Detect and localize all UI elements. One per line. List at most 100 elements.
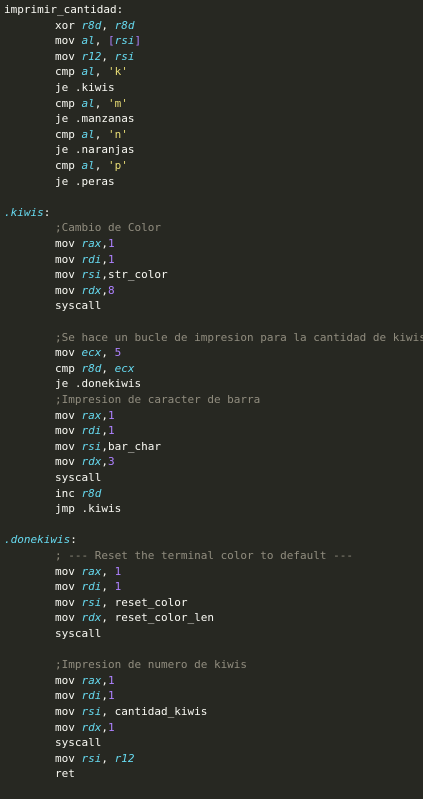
code-token-reg: rdi (81, 424, 102, 438)
code-token-cmt: ;Impresion de caracter de barra (55, 393, 261, 406)
code-line[interactable]: mov rdx,1 (55, 720, 115, 735)
code-line[interactable]: imprimir_cantidad: (4, 2, 123, 17)
code-line[interactable]: mov rsi, r12 (55, 751, 135, 766)
code-token-plain: , (94, 127, 108, 141)
code-editor[interactable]: imprimir_cantidad: xor r8d, r8d mov al, [r… (0, 0, 423, 799)
code-line[interactable]: syscall (55, 735, 101, 750)
code-token-reg: rsi (81, 705, 102, 718)
code-token-reg: ecx (114, 361, 135, 375)
code-line[interactable]: mov rdi,1 (55, 423, 115, 438)
code-token-plain: mov (55, 580, 82, 594)
code-token-reg: al (81, 96, 95, 110)
code-token-num: [ (108, 34, 115, 48)
code-line[interactable]: ;Impresion de caracter de barra (55, 392, 260, 407)
code-line[interactable]: syscall (55, 626, 101, 641)
code-token-plain: je .naranjas (55, 143, 135, 157)
code-token-plain: mov (55, 34, 82, 48)
code-token-num: 1 (114, 564, 122, 578)
code-line[interactable]: mov rdi,1 (55, 252, 115, 267)
code-token-plain: je .manzanas (55, 112, 135, 126)
code-line[interactable]: je .manzanas (55, 111, 134, 126)
code-line[interactable]: mov rax, 1 (55, 564, 121, 579)
code-token-plain: mov (55, 720, 82, 734)
code-token-plain: , (94, 159, 108, 172)
code-token-plain: mov (55, 564, 82, 578)
code-token-plain: , (101, 689, 108, 703)
code-line[interactable]: je .naranjas (55, 142, 134, 157)
code-line[interactable]: ; --- Reset the terminal color to defaul… (55, 548, 353, 563)
code-line[interactable]: cmp r8d, ecx (55, 361, 135, 376)
code-token-cmt: ;Se hace un bucle de impresion para la c… (55, 330, 423, 344)
code-token-reg: al (81, 34, 95, 48)
code-token-plain: cmp (55, 65, 82, 79)
code-line[interactable]: cmp al, 'p' (55, 158, 128, 173)
code-line[interactable]: mov rsi,str_color (55, 267, 168, 282)
code-token-plain: mov (55, 424, 82, 438)
code-token-plain: , (101, 237, 108, 250)
code-line[interactable]: je .peras (55, 174, 115, 189)
code-line[interactable]: mov rdi,1 (55, 688, 115, 703)
code-line[interactable]: mov rax,1 (55, 408, 115, 423)
code-line[interactable]: mov rsi,bar_char (55, 439, 161, 454)
code-line[interactable]: ;Impresion de numero de kiwis (55, 657, 247, 672)
code-token-plain: mov (55, 611, 82, 625)
code-token-reg: rsi (81, 439, 102, 453)
code-line[interactable]: je .donekiwis (55, 376, 141, 391)
code-line[interactable]: xor r8d, r8d (55, 18, 135, 33)
code-token-plain: imprimir_cantidad: (4, 3, 124, 16)
code-line[interactable]: ;Cambio de Color (55, 220, 161, 235)
code-token-plain: mov (55, 689, 82, 703)
code-line[interactable]: mov rax,1 (55, 673, 115, 688)
code-token-plain: mov (55, 705, 82, 718)
code-token-num: 1 (108, 408, 115, 422)
code-line[interactable]: mov rsi, reset_color (55, 595, 187, 610)
code-token-plain: , (101, 580, 115, 594)
code-line[interactable]: mov rax,1 (55, 236, 115, 251)
code-line[interactable]: .kiwis: (4, 205, 50, 220)
code-line[interactable]: syscall (55, 298, 101, 313)
code-line[interactable]: ret (55, 766, 75, 781)
code-token-num: 1 (108, 689, 115, 703)
code-token-reg: r12 (81, 49, 102, 63)
code-line[interactable]: mov al, [rsi] (55, 33, 141, 48)
code-token-reg: rsi (81, 268, 102, 282)
code-line[interactable]: inc r8d (55, 486, 101, 501)
code-token-reg: rdi (81, 689, 102, 703)
code-token-plain: , (94, 34, 108, 48)
code-line[interactable]: mov rdi, 1 (55, 579, 121, 594)
code-line[interactable]: ;Se hace un bucle de impresion para la c… (55, 330, 423, 345)
code-line[interactable]: mov rdx,8 (55, 283, 115, 298)
code-token-plain: , (101, 564, 115, 578)
code-line[interactable]: cmp al, 'm' (55, 96, 128, 111)
code-token-plain: mov (55, 252, 82, 266)
code-line[interactable]: mov ecx, 5 (55, 345, 121, 360)
code-line[interactable]: cmp al, 'k' (55, 64, 128, 79)
code-token-plain: : (43, 205, 51, 219)
code-line[interactable]: mov r12, rsi (55, 49, 135, 64)
code-line[interactable]: syscall (55, 470, 101, 485)
code-line[interactable]: mov rdx,3 (55, 454, 115, 469)
code-token-plain: je .donekiwis (55, 377, 142, 391)
code-line[interactable]: cmp al, 'n' (55, 127, 128, 142)
code-line[interactable]: jmp .kiwis (55, 501, 121, 516)
code-token-plain: , (101, 361, 115, 375)
code-token-reg: al (81, 159, 95, 172)
code-line[interactable]: je .kiwis (55, 80, 115, 95)
code-token-plain: , (94, 65, 108, 79)
code-token-reg: r8d (114, 18, 135, 32)
code-token-plain: , (101, 283, 108, 297)
code-token-lbl: .donekiwis (4, 533, 71, 547)
code-line[interactable]: mov rsi, cantidad_kiwis (55, 704, 207, 719)
code-token-reg: rax (81, 564, 102, 578)
code-token-plain: mov (55, 408, 82, 422)
code-token-plain: cmp (55, 361, 82, 375)
code-token-num: 8 (108, 283, 115, 297)
code-token-plain: je .peras (55, 174, 115, 188)
code-token-str: 'k' (108, 65, 128, 79)
code-token-reg: r12 (114, 751, 135, 765)
code-line[interactable]: .donekiwis: (4, 532, 77, 547)
code-token-plain: , (101, 346, 115, 360)
code-line[interactable]: mov rdx, reset_color_len (55, 610, 214, 625)
code-token-plain: , (94, 96, 108, 110)
code-token-reg: rdx (81, 283, 102, 297)
